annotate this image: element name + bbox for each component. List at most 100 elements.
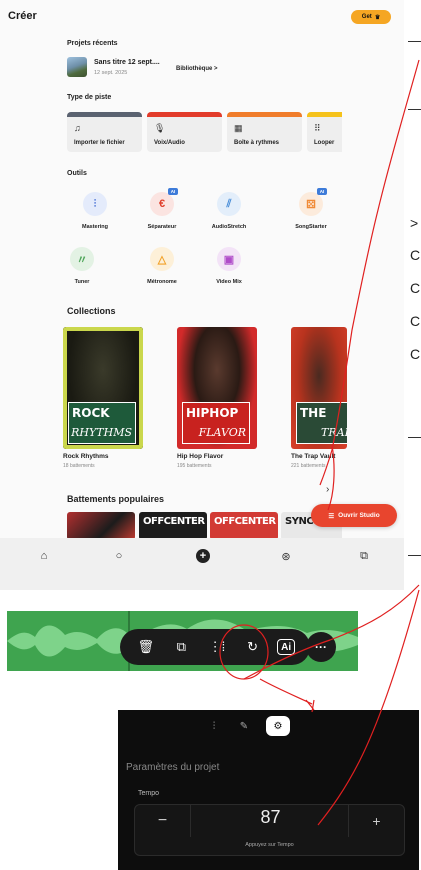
chevron-right-icon[interactable]: › (326, 484, 329, 495)
popular-beats-list: OFFCENTER OFFCENTER SYNC (67, 512, 342, 540)
collection-count: 221 battements (291, 463, 326, 469)
library-link[interactable]: Bibliothèque > (176, 66, 218, 72)
duplicate-icon[interactable]: ⧉ (170, 636, 192, 658)
banner-word: TRAP (321, 426, 347, 439)
collection-banner: HIPHOP FLAVOR (182, 402, 250, 444)
tool-label: Tuner (74, 279, 90, 285)
side-text: C (410, 280, 421, 296)
collection-card-trap[interactable]: THE TRAP (291, 327, 347, 449)
side-text: — (408, 100, 421, 116)
track-type-label: Voix/Audio (154, 140, 185, 146)
beat-title: SYNC (285, 516, 314, 527)
collection-count: 18 battements (63, 463, 95, 469)
side-text: — (408, 32, 421, 48)
metronome-icon: △ (150, 247, 174, 271)
tools-title: Outils (67, 170, 87, 177)
pen-tab-icon[interactable]: ✎ (232, 716, 256, 736)
split-icon[interactable]: ⋮⁞ (206, 636, 228, 658)
tool-mastering[interactable]: ⫶ Mastering (67, 192, 127, 237)
tool-video-mix[interactable]: ▣ Video Mix (201, 247, 261, 292)
track-type-looper[interactable]: ⠿ Looper (307, 112, 342, 152)
panel-tab-bar: ⫶ ✎ ⚙ (202, 716, 302, 738)
tempo-tap-hint[interactable]: Appuyez sur Tempo (135, 842, 404, 848)
create-screen: Créer Get ♛ Projets récents Sans titre 1… (0, 0, 404, 590)
track-type-import[interactable]: ♫ Importer le fichier (67, 112, 142, 152)
drum-machine-icon: ▦ (234, 123, 243, 133)
splitter-icon: € (150, 192, 174, 216)
collection-card-hiphop[interactable]: HIPHOP FLAVOR (177, 327, 257, 449)
collection-name: Rock Rhythms (63, 453, 109, 460)
track-type-label: Boîte à rythmes (234, 140, 280, 146)
community-icon[interactable]: ⊛ (276, 546, 296, 566)
tool-label: AudioStretch (211, 224, 247, 230)
settings-tab-icon[interactable]: ⚙ (266, 716, 290, 736)
get-premium-button[interactable]: Get ♛ (351, 10, 391, 24)
video-icon: ▣ (217, 247, 241, 271)
popular-beats-title: Battements populaires (67, 494, 165, 504)
mastering-sliders-icon: ⫶ (83, 192, 107, 216)
track-type-title: Type de piste (67, 94, 112, 101)
track-type-drum-machine[interactable]: ▦ Boîte à rythmes (227, 112, 302, 152)
beat-card[interactable]: OFFCENTER (139, 512, 207, 540)
track-color-bar (67, 112, 142, 117)
collection-name: The Trap Vault (291, 453, 336, 460)
project-thumbnail (67, 57, 87, 77)
project-name: Sans titre 12 sept.... (94, 59, 160, 66)
beat-card[interactable] (67, 512, 135, 540)
open-studio-button[interactable]: ☰ Ouvrir Studio (311, 504, 397, 527)
annotation-stroke (259, 678, 313, 705)
ai-badge: AI (317, 188, 327, 195)
home-icon[interactable]: ⌂ (34, 546, 54, 566)
banner-word: THE (300, 406, 327, 420)
track-type-label: Importer le fichier (74, 140, 125, 146)
side-text: C (410, 247, 421, 263)
banner-word: FLAVOR (198, 426, 246, 439)
search-icon[interactable]: ○ (109, 546, 129, 566)
tool-separator[interactable]: € AI Séparateur (134, 188, 194, 237)
tool-tuner[interactable]: 〃 Tuner (54, 247, 114, 292)
tool-audiostretch[interactable]: ⫽ AudioStretch (201, 192, 261, 237)
more-options-button[interactable]: ··· (306, 632, 336, 662)
collection-card-rock[interactable]: ROCK RHYTHMS (63, 327, 143, 449)
side-text: — (408, 428, 421, 444)
tool-label: Video Mix (216, 279, 242, 285)
beat-title: OFFCENTER (143, 516, 205, 527)
tempo-decrease-button[interactable]: − (135, 805, 191, 837)
studio-icon: ☰ (328, 512, 335, 520)
collection-count: 195 battements (177, 463, 212, 469)
side-text: > (410, 215, 419, 231)
collections-title: Collections (67, 306, 116, 316)
stretch-icon: ⫽ (217, 192, 241, 216)
ai-tools-icon[interactable]: Ai (277, 639, 296, 655)
track-type-label: Looper (314, 140, 335, 146)
microphone-icon: 🎙 (154, 123, 166, 133)
tuner-icon: 〃 (70, 247, 94, 271)
page-title: Créer (8, 10, 37, 22)
recent-projects-title: Projets récents (67, 40, 118, 47)
import-music-icon: ♫ (74, 123, 81, 133)
tool-songstarter[interactable]: ⚄ AI SongStarter (283, 188, 343, 237)
waveform-tab-icon[interactable]: ⫶ (202, 716, 226, 736)
track-color-bar (307, 112, 342, 117)
delete-icon[interactable]: 🗑 (135, 636, 157, 658)
tempo-value[interactable]: 87 (191, 807, 350, 828)
track-type-voice[interactable]: 🎙 Voix/Audio (147, 112, 222, 152)
panel-title: Paramètres du projet (126, 762, 220, 773)
bottom-nav: ⌂ ○ + ⊛ ⧉ (0, 538, 404, 590)
tempo-increase-button[interactable]: + (348, 805, 404, 837)
side-text: C (410, 346, 421, 362)
looper-grid-icon: ⠿ (314, 123, 321, 133)
library-icon[interactable]: ⧉ (354, 546, 374, 566)
create-plus-icon[interactable]: + (196, 549, 210, 563)
tool-metronome[interactable]: △ Métronome (134, 247, 194, 292)
open-studio-label: Ouvrir Studio (338, 512, 380, 519)
banner-word: HIPHOP (186, 406, 239, 420)
side-text: — (408, 546, 421, 562)
loop-icon[interactable]: ↻ (242, 636, 264, 658)
banner-word: ROCK (72, 406, 110, 420)
beat-card[interactable]: OFFCENTER (210, 512, 278, 540)
clip-toolbar: 🗑 ⧉ ⋮⁞ ↻ Ai (120, 629, 310, 665)
ai-badge: AI (168, 188, 178, 195)
side-text: C (410, 313, 421, 329)
collection-name: Hip Hop Flavor (177, 453, 224, 460)
